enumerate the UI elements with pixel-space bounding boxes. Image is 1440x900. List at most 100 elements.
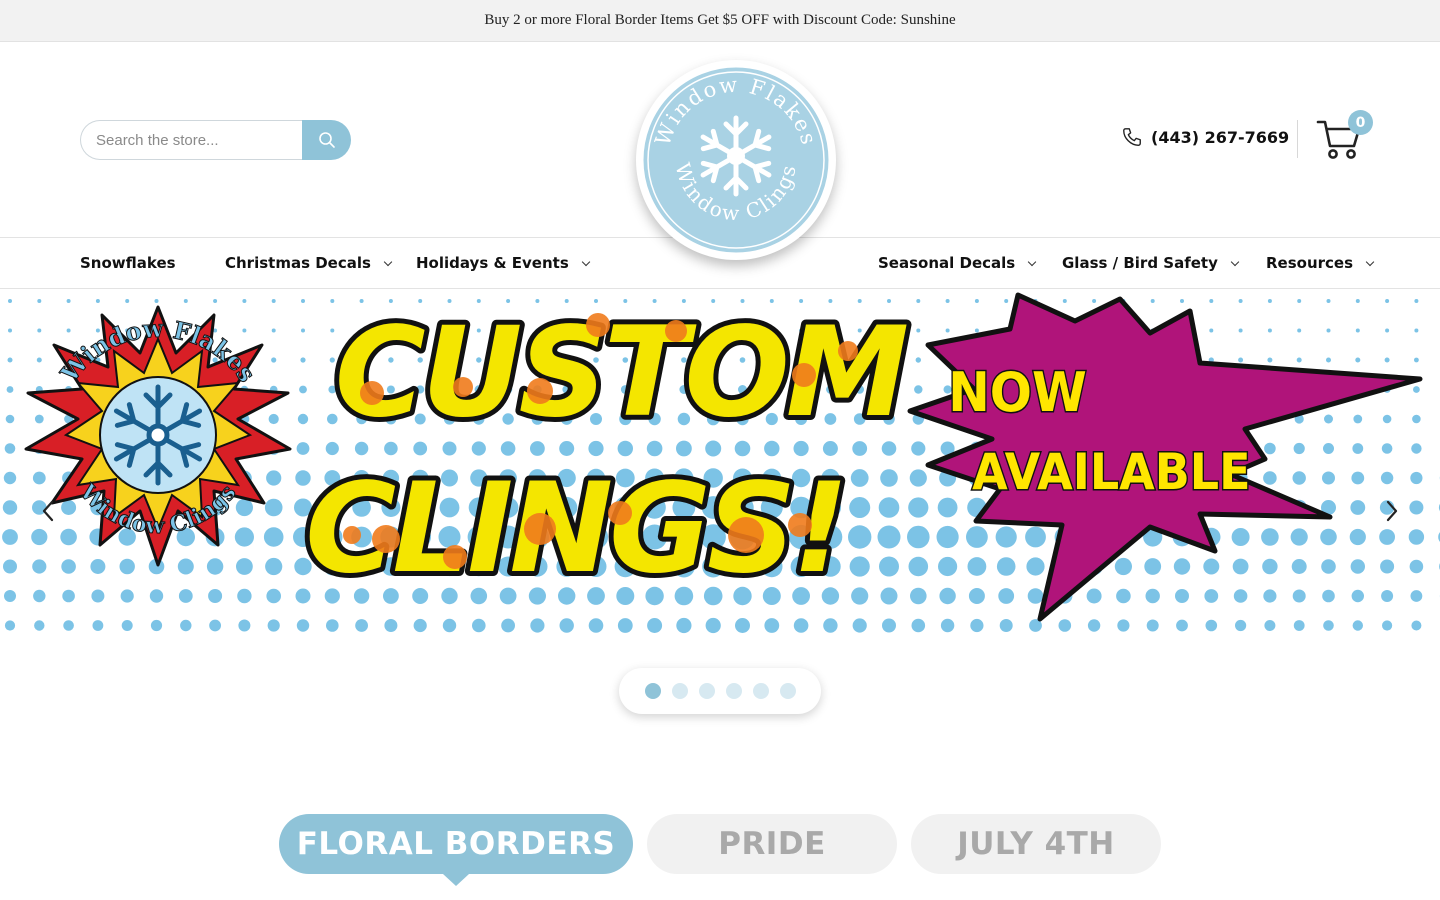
halftone-dot	[265, 557, 283, 576]
nav-item-seasonal-decals[interactable]: Seasonal Decals	[878, 238, 1037, 288]
slider-dot-3[interactable]	[698, 683, 715, 699]
halftone-dot	[940, 618, 955, 633]
search-button[interactable]	[302, 120, 351, 160]
burst-line-now: NOW	[948, 362, 1087, 424]
halftone-dot	[1231, 528, 1250, 546]
halftone-dot	[296, 442, 310, 455]
slider-dot-6[interactable]	[779, 683, 796, 699]
halftone-dot	[1355, 299, 1360, 303]
halftone-dot	[939, 587, 956, 605]
nav-label: Christmas Decals	[225, 254, 371, 272]
halftone-dot	[1382, 414, 1392, 424]
halftone-dot	[914, 385, 923, 394]
halftone-dot	[1326, 357, 1331, 363]
halftone-dot	[119, 558, 135, 575]
logo-graphic: Window Flakes Window Clings	[638, 62, 834, 258]
halftone-dot	[330, 299, 335, 303]
nav-item-snowflakes[interactable]: Snowflakes	[80, 238, 176, 288]
halftone-dot	[849, 556, 870, 577]
halftone-dot	[970, 618, 984, 633]
phone-icon	[1123, 128, 1141, 146]
halftone-dot	[1026, 557, 1045, 576]
halftone-dot	[242, 328, 247, 333]
halftone-dot	[1414, 357, 1419, 363]
halftone-dot	[945, 328, 950, 333]
halftone-dot	[880, 587, 898, 605]
halftone-dot	[1290, 528, 1308, 546]
slider-dot-5[interactable]	[752, 683, 769, 699]
tab-pride[interactable]: PRIDE	[647, 814, 897, 874]
halftone-dot	[823, 618, 838, 633]
halftone-dot	[849, 497, 871, 518]
halftone-dot	[1353, 414, 1363, 424]
halftone-dot	[1323, 620, 1334, 631]
halftone-dot	[1293, 442, 1305, 455]
halftone-dot	[1324, 414, 1333, 424]
halftone-dot	[1355, 328, 1360, 333]
halftone-dot	[996, 557, 1016, 576]
halftone-dot	[1261, 528, 1279, 546]
halftone-dot	[2, 500, 18, 515]
slider-next-button[interactable]	[1377, 496, 1407, 526]
hero-slider[interactable]: Window Flakes Window Clings NOW AVAILABL…	[0, 289, 1440, 639]
tab-floral-borders[interactable]: FLORAL BORDERS	[279, 814, 633, 874]
slider-prev-button[interactable]	[33, 496, 63, 526]
halftone-dot	[907, 525, 930, 549]
halftone-dot	[1205, 619, 1218, 632]
halftone-dot	[121, 620, 133, 631]
active-tab-pointer	[443, 874, 469, 886]
nav-item-holidays-events[interactable]: Holidays & Events	[416, 238, 590, 288]
collection-tabs: FLORAL BORDERS PRIDE JULY 4TH	[0, 814, 1440, 900]
slider-dot-4[interactable]	[725, 683, 742, 699]
slider-dot-2[interactable]	[671, 683, 688, 699]
halftone-dot	[1264, 442, 1276, 455]
halftone-dot	[1297, 328, 1302, 333]
nav-item-christmas-decals[interactable]: Christmas Decals	[225, 238, 393, 288]
halftone-dot	[1414, 328, 1419, 333]
halftone-dot	[1145, 588, 1160, 604]
headline-orange-dot	[360, 381, 384, 405]
halftone-dot	[413, 618, 427, 633]
halftone-dot	[183, 299, 188, 303]
halftone-dot	[92, 620, 104, 631]
nav-item-resources[interactable]: Resources	[1266, 238, 1375, 288]
halftone-dot	[236, 558, 253, 575]
search-input[interactable]	[80, 120, 302, 160]
phone-number[interactable]: (443) 267-7669	[1151, 128, 1289, 147]
halftone-dot	[966, 526, 988, 548]
halftone-dot	[3, 559, 17, 574]
halftone-dot	[1209, 328, 1214, 333]
halftone-dot	[676, 617, 692, 634]
halftone-dot	[882, 618, 896, 633]
nav-item-glass-bird-safety[interactable]: Glass / Bird Safety	[1062, 238, 1240, 288]
halftone-dot	[1380, 471, 1394, 485]
halftone-dot	[238, 619, 251, 632]
nav-label: Holidays & Events	[416, 254, 569, 272]
halftone-dot	[271, 299, 276, 303]
headline-orange-dot	[608, 501, 632, 525]
halftone-dot	[31, 528, 48, 546]
halftone-dot	[617, 618, 633, 633]
halftone-dot	[95, 299, 100, 303]
halftone-dot	[237, 588, 252, 604]
halftone-dot	[1204, 589, 1219, 603]
tab-label: PRIDE	[718, 826, 826, 862]
halftone-dot	[177, 558, 194, 575]
halftone-dot	[36, 357, 42, 363]
halftone-dot	[1146, 619, 1159, 632]
phone-link[interactable]: (443) 267-7669	[1121, 126, 1289, 148]
halftone-dot	[61, 500, 77, 515]
chevron-down-icon	[581, 257, 590, 266]
halftone-dot	[1385, 328, 1390, 333]
halftone-dot	[235, 498, 253, 517]
halftone-dot	[266, 588, 282, 604]
halftone-dot	[1380, 559, 1395, 574]
slider-dot-1[interactable]	[644, 683, 661, 699]
halftone-dot	[266, 470, 282, 486]
halftone-dot	[1385, 299, 1390, 303]
site-logo[interactable]: Window Flakes Window Clings	[636, 60, 836, 260]
headline-orange-dot	[527, 378, 553, 404]
tab-july-4th[interactable]: JULY 4TH	[911, 814, 1161, 874]
halftone-dot	[1296, 357, 1302, 363]
halftone-dot	[1176, 619, 1188, 632]
